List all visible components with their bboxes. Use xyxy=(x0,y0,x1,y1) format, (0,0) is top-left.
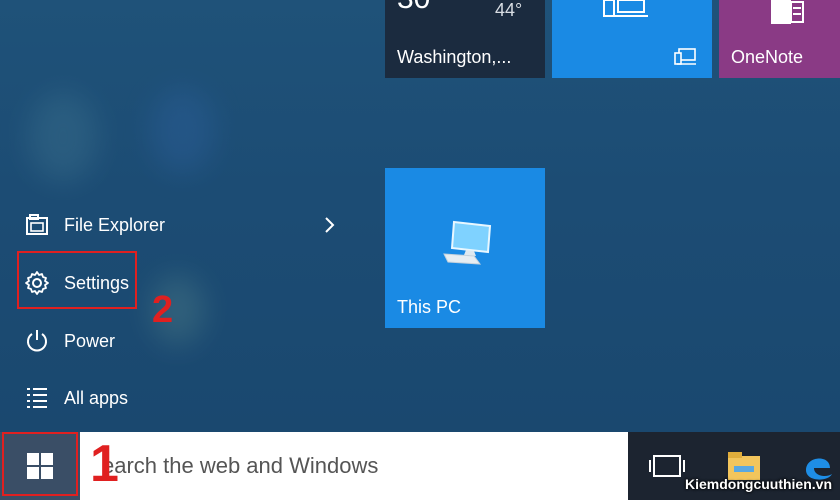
weather-temperature-secondary: 44° xyxy=(495,0,523,20)
search-input[interactable]: earch the web and Windows xyxy=(80,432,628,500)
menu-item-label: All apps xyxy=(64,387,129,408)
blurred-app-icon xyxy=(28,92,98,182)
settings-highlight-box xyxy=(17,251,137,309)
menu-item-all-apps[interactable]: All apps xyxy=(18,378,338,418)
menu-item-label: File Explorer xyxy=(64,214,166,235)
menu-item-power[interactable]: Power xyxy=(18,321,338,361)
laptop-phone-icon xyxy=(603,0,648,17)
power-icon xyxy=(24,328,50,354)
folder-icon xyxy=(24,212,50,238)
onenote-icon xyxy=(771,0,804,24)
menu-item-label: Power xyxy=(64,330,116,351)
step-number-1: 1 xyxy=(90,435,119,493)
task-view-icon[interactable] xyxy=(646,442,690,490)
watermark: Kiemdongcuuthien.vn xyxy=(685,476,832,492)
onenote-tile-label: OneNote xyxy=(731,47,804,67)
weather-tile-label: Washington,... xyxy=(397,47,512,67)
search-placeholder: earch the web and Windows xyxy=(102,453,379,478)
computer-icon xyxy=(443,220,492,265)
devices-tile[interactable] xyxy=(552,0,712,78)
devices-small-icon xyxy=(674,48,696,65)
this-pc-tile[interactable]: This PC xyxy=(385,168,545,328)
chevron-right-icon[interactable] xyxy=(320,213,340,237)
onenote-tile[interactable]: OneNote xyxy=(719,0,840,78)
weather-tile[interactable]: 30 44° Washington,... xyxy=(385,0,545,78)
blurred-app-icon xyxy=(150,88,215,173)
start-menu: 30 44° Washington,... OneNote xyxy=(0,0,840,432)
step-number-2: 2 xyxy=(152,289,174,331)
list-icon xyxy=(24,385,50,411)
weather-temperature: 30 xyxy=(397,0,430,16)
this-pc-tile-label: This PC xyxy=(397,297,462,317)
start-highlight-box xyxy=(2,432,78,496)
menu-item-file-explorer[interactable]: File Explorer xyxy=(18,205,338,245)
